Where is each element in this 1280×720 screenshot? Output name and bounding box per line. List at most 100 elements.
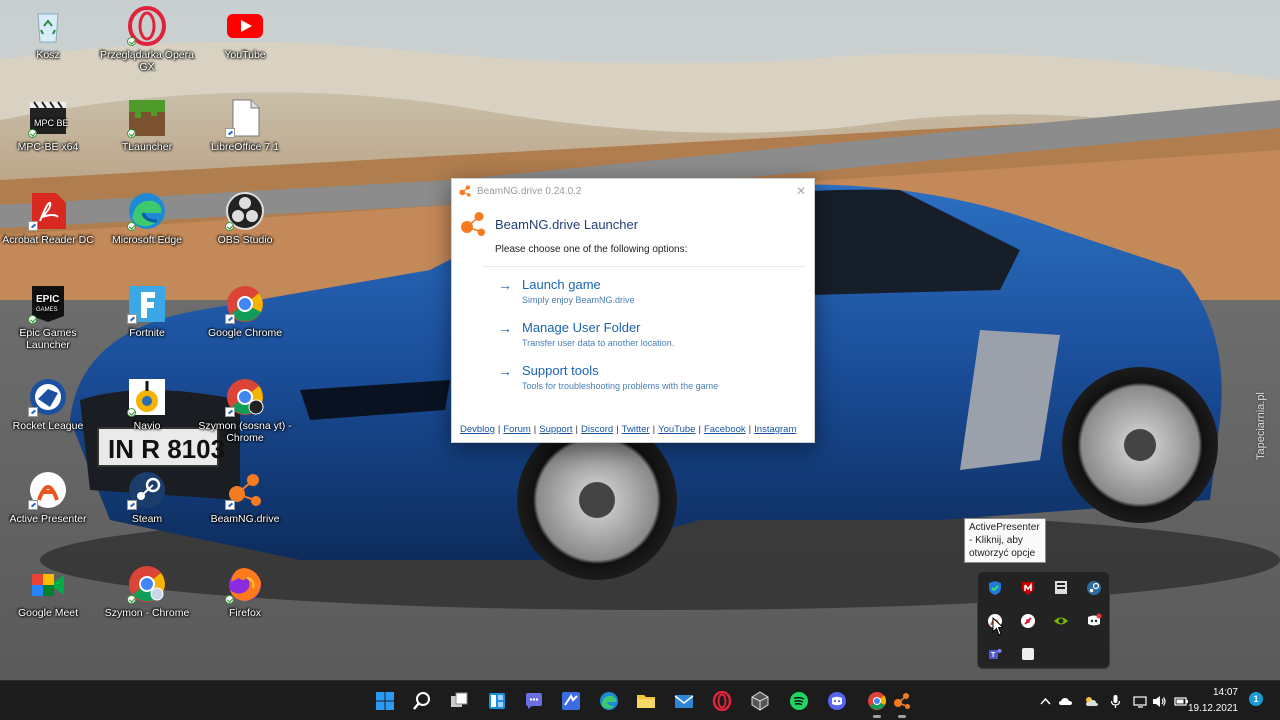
support-link[interactable]: Support — [539, 424, 572, 435]
twitter-link[interactable]: Twitter — [622, 424, 650, 435]
chrome-profile-icon — [225, 377, 265, 417]
discord-tray-icon[interactable] — [1078, 605, 1110, 637]
unity-button[interactable] — [744, 687, 776, 715]
desktop-icon-steam[interactable]: Steam — [97, 470, 197, 525]
weather-button[interactable] — [1082, 693, 1100, 709]
desktop-icon-acrobat[interactable]: Acrobat Reader DC — [0, 191, 98, 246]
epic-games-tray-icon[interactable] — [1045, 572, 1077, 604]
dialog-instruction: Please choose one of the following optio… — [495, 244, 688, 255]
desktop-icon-chrome-szymon[interactable]: Szymon - Chrome — [97, 564, 197, 619]
opera-gx-icon — [127, 6, 167, 46]
desktop-icon-libreoffice[interactable]: LibreOffice 7.1 — [195, 98, 295, 153]
show-hidden-icons-button[interactable] — [1036, 693, 1054, 709]
dialog-window-title: BeamNG.drive 0.24.0.2 — [477, 185, 582, 197]
svg-text:T: T — [991, 652, 996, 659]
chrome-profile-icon — [127, 564, 167, 604]
dialog-header-title: BeamNG.drive Launcher — [495, 216, 639, 232]
teams-chat-button[interactable] — [518, 687, 550, 715]
opera-taskbar-button[interactable] — [706, 687, 738, 715]
desktop-icon-navio[interactable]: Navio — [97, 377, 197, 432]
onedrive-button[interactable] — [1056, 693, 1074, 709]
arrow-right-icon: → — [498, 363, 512, 379]
desktop-icon-chrome-sosna[interactable]: Szymon (sosna yt) - Chrome — [195, 377, 295, 444]
mpc-be-icon: MPC BE — [28, 98, 68, 138]
forum-link[interactable]: Forum — [503, 424, 530, 435]
dialog-titlebar[interactable]: BeamNG.drive 0.24.0.2 — [452, 179, 814, 203]
fortnite-icon — [127, 284, 167, 324]
weather-icon — [1085, 696, 1098, 706]
microphone-button[interactable] — [1106, 693, 1124, 709]
mail-icon — [674, 695, 694, 708]
taskbar-clock[interactable]: 14:07 19.12.2021 — [1188, 685, 1238, 717]
edge-icon — [127, 191, 167, 231]
beamng-taskbar-button[interactable] — [886, 687, 918, 718]
desktop-icon-firefox[interactable]: Firefox — [195, 564, 295, 619]
network-button[interactable] — [1131, 693, 1149, 709]
edge-taskbar-button[interactable] — [593, 687, 625, 715]
volume-button[interactable] — [1150, 693, 1168, 709]
desktop-icon-active-presenter[interactable]: Active Presenter — [0, 470, 98, 525]
facebook-link[interactable]: Facebook — [704, 424, 746, 435]
arrow-right-icon: → — [498, 320, 512, 336]
google-meet-icon — [28, 564, 68, 604]
instagram-link[interactable]: Instagram — [754, 424, 796, 435]
desktop-icon-rocket-league[interactable]: Rocket League — [0, 377, 98, 432]
visual-studio-button[interactable] — [555, 687, 587, 715]
start-icon — [376, 692, 394, 710]
recycle-bin-icon — [28, 6, 68, 46]
widgets-button[interactable] — [481, 687, 513, 715]
discord-icon — [828, 692, 846, 710]
desktop-icon-tlauncher[interactable]: TLauncher — [97, 98, 197, 153]
desktop-icon-label: LibreOffice 7.1 — [210, 141, 280, 153]
tray-tooltip: ActivePresenter - Kliknij, aby otworzyć … — [964, 518, 1046, 563]
mail-button[interactable] — [668, 687, 700, 715]
discord-taskbar-button[interactable] — [821, 687, 853, 715]
mcafee-icon[interactable] — [1012, 572, 1044, 604]
desktop-icon-opera-gx[interactable]: Przeglądarka Opera GX — [97, 6, 197, 73]
close-button[interactable]: ✕ — [796, 184, 806, 198]
nvidia-icon[interactable] — [1045, 605, 1077, 637]
desktop-icon-chrome[interactable]: Google Chrome — [195, 284, 295, 339]
option-label: Manage User Folder — [522, 320, 641, 335]
steam-icon — [127, 470, 167, 510]
discord-link[interactable]: Discord — [581, 424, 613, 435]
desktop-icon-epic-games[interactable]: EPIC GAMES Epic Games Launcher — [0, 284, 98, 351]
desktop-icon-edge[interactable]: Microsoft Edge — [97, 191, 197, 246]
beamng-icon — [225, 470, 265, 510]
search-button[interactable] — [406, 687, 438, 715]
desktop-icon-label: MPC-BE x64 — [17, 141, 79, 153]
start-button[interactable] — [369, 687, 401, 715]
desktop-icon-obs[interactable]: OBS Studio — [195, 191, 295, 246]
desktop-icon-label: Google Meet — [17, 607, 79, 619]
steam-tray-icon[interactable] — [1078, 572, 1110, 604]
desktop-icon-beamng[interactable]: BeamNG.drive — [195, 470, 295, 525]
task-view-button[interactable] — [443, 687, 475, 715]
desktop-icon-mpc-be[interactable]: MPC BE MPC-BE x64 — [0, 98, 98, 153]
desktop-icon-label: Steam — [131, 513, 163, 525]
option-description: Simply enjoy BeamNG.drive — [522, 295, 635, 305]
manage-user-folder-option[interactable]: → Manage User Folder Transfer user data … — [498, 320, 814, 348]
network-icon — [1132, 695, 1147, 708]
divider — [482, 266, 806, 267]
file-explorer-button[interactable] — [630, 687, 662, 715]
notification-badge[interactable]: 1 — [1249, 692, 1263, 706]
spotify-button[interactable] — [783, 687, 815, 715]
support-tools-option[interactable]: → Support tools Tools for troubleshootin… — [498, 363, 814, 391]
chevron-up-icon — [1039, 697, 1051, 705]
chrome-icon — [868, 692, 886, 710]
desktop-icon-label: Szymon (sosna yt) - Chrome — [198, 420, 292, 444]
teams-icon[interactable]: T — [979, 638, 1011, 670]
desktop-icon-label: Fortnite — [129, 327, 165, 339]
edge-icon — [600, 692, 618, 710]
windows-security-icon[interactable] — [979, 572, 1011, 604]
desktop-icon-youtube[interactable]: YouTube — [195, 6, 295, 61]
devblog-link[interactable]: Devblog — [460, 424, 495, 435]
desktop-icon-recycle-bin[interactable]: Kosz — [0, 6, 98, 61]
launch-game-option[interactable]: → Launch game Simply enjoy BeamNG.drive — [498, 277, 814, 305]
svg-text:EPIC: EPIC — [36, 294, 59, 305]
desktop-icon-google-meet[interactable]: Google Meet — [0, 564, 98, 619]
opera-tray-icon[interactable] — [1012, 605, 1044, 637]
desktop-icon-fortnite[interactable]: Fortnite — [97, 284, 197, 339]
white-square-icon[interactable] — [1012, 638, 1044, 670]
youtube-link[interactable]: YouTube — [658, 424, 695, 435]
